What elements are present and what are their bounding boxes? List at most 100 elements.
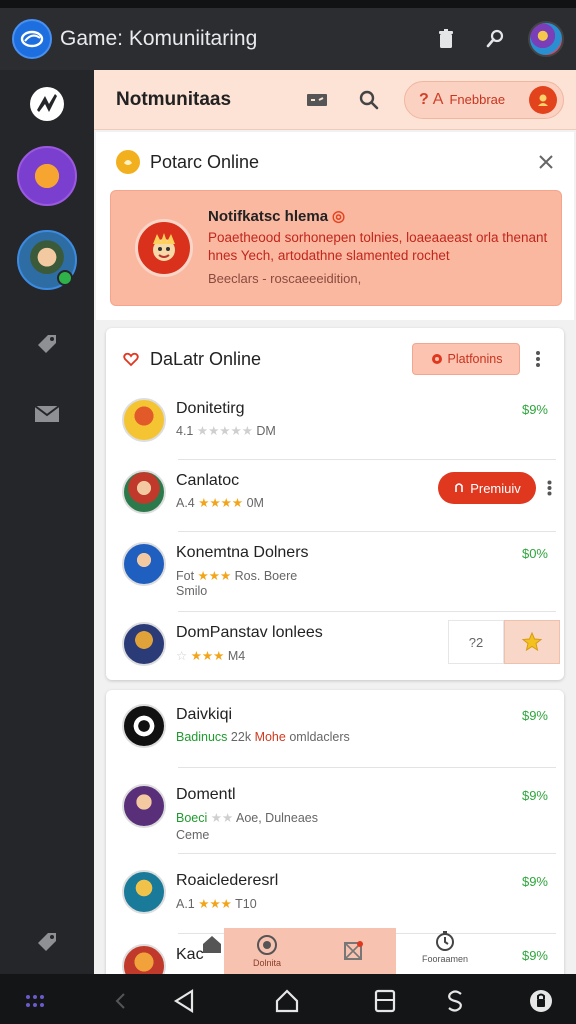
heart-icon [120,348,142,370]
coin-icon [116,150,140,174]
notification-card: Potarc Online Notifkatsc hlema ◎ Poaetheo… [96,132,574,320]
premium-button[interactable]: Premiuiv [438,472,536,504]
player-avatar [122,622,166,666]
notification-header: Potarc Online [116,150,259,174]
player-name: Roaiclederesrl [176,872,279,889]
list-item[interactable]: Canlatoc A.4 ★★★★ 0M Premiuiv [106,460,564,532]
game-icon[interactable] [17,230,77,290]
platforms-filter-button[interactable]: Platfonins [412,343,520,375]
app-title: Game: Komuniitaring [60,27,258,50]
trash-icon[interactable] [426,19,466,59]
status-suffix: omldaclers [289,730,350,744]
platforms-filter-label: Platfonins [447,352,503,366]
online-list-header: DaLatr Online Platfonins [120,342,550,376]
status-green: Boeci [176,811,208,825]
status-mid: 22k [230,730,252,744]
list-item[interactable]: Daivkiqi Badinucs 22k Mohe omldaclers $9… [106,690,564,768]
player-name: Domentl [176,786,236,803]
list-item[interactable]: DomPanstav lonlees ☆ ★★★ M4 ?2 [106,612,564,680]
player-avatar [122,704,166,748]
notification-meta: Beeclars - roscaeeeidition, [208,271,362,286]
left-rail [0,70,94,974]
game-icon[interactable] [17,146,77,206]
recents-icon[interactable] [370,986,400,1016]
page-title: Notmunitaas [116,88,232,110]
lock-icon[interactable] [526,986,556,1016]
player-rating: 4.1 ★★★★★ DM [176,423,276,438]
player-price: $9% [521,948,548,963]
mail-icon[interactable] [17,384,77,444]
player-name: Daivkiqi [176,706,233,723]
tab-wallet[interactable]: Dolnita [224,928,310,974]
mascot-icon [135,219,193,277]
system-nav-bar [0,974,576,1024]
back-icon[interactable] [170,986,200,1016]
person-search-icon[interactable] [476,19,516,59]
notification-message[interactable]: Notifkatsc hlema ◎ Poaetheood sorhonepen … [110,190,562,306]
rating-prefix: ☆ [176,649,188,663]
list-item[interactable]: Roaiclederesrl A.1 ★★★ T10 $9% [106,854,564,934]
player-avatar [122,542,166,586]
rating-prefix: Fot [176,569,195,583]
rating-suffix: DM [256,424,276,438]
home-nav-icon[interactable] [272,986,302,1016]
online-list-card: DaLatr Online Platfonins Donitetirg 4.1 … [106,328,564,680]
rating-stars: ★★★★ [198,496,244,510]
rating-prefix: A.1 [176,897,195,911]
player-price: $9% [521,788,548,803]
list-item[interactable]: Donitetirg 4.1 ★★★★★ DM $9% [106,388,564,460]
player-price: $9% [521,708,548,723]
notification-heading: Notifkatsc hlema ◎ [208,207,345,225]
app-logo-icon[interactable] [12,19,52,59]
tab-wallet-label: Dolnita [252,958,281,968]
home-icon[interactable] [200,932,224,956]
player-name: Konemtna Dolners [176,544,309,561]
tab-clock[interactable]: Fooraamen [422,930,468,970]
player-status: Boeci ★★ Aoe, Dulneaes [176,810,318,825]
brand-icon[interactable] [17,74,77,134]
rating-suffix: M4 [227,649,246,663]
quantity-field[interactable]: ?2 [448,620,504,664]
player-status: Badinucs 22k Mohe omldaclers [176,730,350,744]
mail-badge-icon[interactable] [300,83,334,117]
notification-body: Poaetheood sorhonepen tolnies, loaeaaeas… [208,230,548,263]
player-name: DomPanstav lonlees [176,624,323,641]
more-icon[interactable] [540,476,558,500]
player-avatar [122,870,166,914]
favorite-star-button[interactable] [504,620,560,664]
player-rating: A.1 ★★★ T10 [176,896,257,911]
close-icon[interactable] [532,148,560,176]
list-item[interactable]: Domentl Boeci ★★ Aoe, Dulneaes Ceme $9% [106,768,564,854]
rating-stars: ★★ [210,811,234,825]
pill-badge-icon [529,85,557,114]
tag-icon[interactable] [17,314,77,374]
list-item[interactable]: Konemtna Dolners Fot ★★★ Ros. Boere Smil… [106,532,564,612]
status-green: Badinucs [176,730,228,744]
pill-question: ? [419,90,429,108]
more-icon[interactable] [526,343,550,375]
notification-title: Potarc Online [150,151,260,172]
rating-stars: ★★★★★ [196,424,253,438]
player-price: $9% [521,402,548,417]
user-avatar[interactable] [528,21,564,57]
floating-tab-bar: Dolnita [224,928,396,974]
rating-stars: ★★★ [198,897,232,911]
search-icon[interactable] [352,83,386,117]
player-subtitle: Smilo [176,584,208,598]
tab-clock-label: Fooraamen [421,954,469,964]
player-name: Canlatoc [176,472,240,489]
settings-icon[interactable] [17,910,77,970]
online-status-dot [57,270,73,286]
player-rating: ☆ ★★★ M4 [176,648,245,663]
rating-prefix: 4.1 [176,424,194,438]
s-icon[interactable] [440,986,470,1016]
apps-grid-icon[interactable] [20,986,50,1016]
status-suffix: Aoe, Dulneaes [235,811,318,825]
player-rating: Fot ★★★ Ros. Boere [176,568,297,583]
header-pill-button[interactable]: ? A Fnebbrae [404,80,564,119]
rating-stars: ★★★ [190,649,225,663]
status-red: Mohe [254,730,286,744]
tab-tools[interactable] [310,928,396,974]
chevron-left-icon[interactable] [106,986,136,1016]
clock-icon [436,931,454,951]
